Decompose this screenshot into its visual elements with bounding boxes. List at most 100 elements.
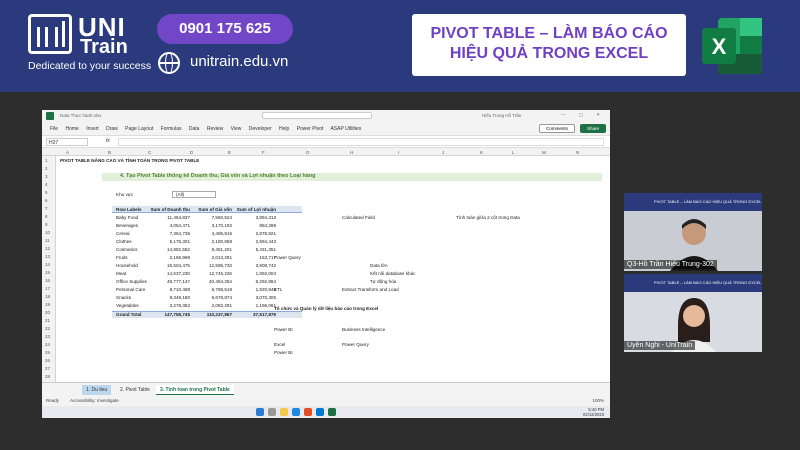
status-accessibility[interactable]: Accessibility: Investigate (70, 398, 119, 403)
comments-button[interactable]: Comments (539, 124, 575, 133)
chrome-icon[interactable] (304, 408, 312, 416)
pivot-value: 2,013,281 (211, 255, 232, 260)
excel-title-bar: Data Thực hành.xlsx Hiếu Trung Hồ Trần —… (42, 110, 610, 122)
participant-name: Uyên Nghi - UniTrain (624, 341, 696, 350)
zoom-level[interactable]: 100% (592, 398, 604, 403)
logo-brand-text-2: Train (80, 36, 128, 58)
col-header[interactable]: F (262, 150, 265, 155)
filter-value[interactable]: (All) (176, 192, 184, 197)
worksheet-grid[interactable]: 123 456 789 10 11 12 13 14 15 16 17 18 19 20 21 … (42, 156, 610, 382)
name-box[interactable]: H27 (46, 138, 88, 146)
pivot-value: 14,637,230 (167, 271, 190, 276)
tab-developer[interactable]: Developer (249, 126, 272, 132)
tab-draw[interactable]: Draw (106, 126, 118, 132)
pivot-col-header[interactable]: Sum of Doanh thu (146, 207, 190, 212)
course-title-line-2: HIỆU QUẢ TRONG EXCEL (449, 45, 649, 62)
edge-icon[interactable] (292, 408, 300, 416)
pivot-value: 1,196,061 (255, 303, 276, 308)
video-tile-host[interactable]: PIVOT TABLE – LÀM BÁO CÁO HIỆU QUẢ TRONG… (624, 274, 762, 352)
col-header[interactable]: L (512, 150, 515, 155)
tab-page-layout[interactable]: Page Layout (125, 126, 153, 132)
search-box[interactable] (262, 112, 372, 119)
column-headers: A B C D E F G H I J K L M N (42, 148, 610, 156)
tab-data[interactable]: Data (189, 126, 200, 132)
shared-slide-thumbnail: PIVOT TABLE – LÀM BÁO CÁO HIỆU QUẢ TRONG… (624, 193, 762, 211)
pivot-value: 12,745,226 (209, 271, 232, 276)
sheet-tab-bar: 1. Du lieu 2. Pivot Table 3. Tinh toan t… (42, 382, 610, 396)
section-heading: 4. Tạo Pivot Table thống kê Doanh thu, G… (120, 173, 316, 179)
pivot-value: 14,882,552 (167, 247, 190, 252)
pivot-value: 2,166,998 (169, 255, 190, 260)
col-header[interactable]: M (542, 150, 546, 155)
tab-power-pivot[interactable]: Power Pivot (297, 126, 324, 132)
pivot-col-header[interactable]: Sum of Giá vốn (188, 207, 232, 212)
pivot-row-label: Beverages (116, 223, 138, 228)
note-power-bi-2: Power BI (274, 350, 293, 355)
pivot-total-value: 37,517,879 (253, 312, 276, 317)
fx-icon[interactable]: fx (106, 138, 110, 144)
tab-asap-utilities[interactable]: ASAP Utilities (330, 126, 361, 132)
col-header[interactable]: C (148, 150, 151, 155)
col-header[interactable]: A (66, 150, 69, 155)
formula-input[interactable] (118, 138, 604, 146)
sheet-tab-tinh-toan[interactable]: 3. Tinh toan trong Pivot Table (156, 385, 234, 395)
tab-formulas[interactable]: Formulas (161, 126, 182, 132)
note-to-chuc: Tổ chức và Quản lý dữ liệu báo cáo trong… (274, 306, 379, 311)
sheet-tab-pivot-table[interactable]: 2. Pivot Table (116, 385, 154, 395)
pivot-row-label: Household (116, 263, 138, 268)
col-header[interactable]: E (228, 150, 231, 155)
pivot-value: 16,504,475 (167, 263, 190, 268)
logo-tagline: Dedicated to your success (28, 60, 152, 72)
pivot-row-label: Meat (116, 271, 127, 276)
video-tile-presenter[interactable]: PIVOT TABLE – LÀM BÁO CÁO HIỆU QUẢ TRONG… (624, 193, 762, 271)
pivot-value: 6,789,519 (211, 287, 232, 292)
participant-name: Q3-Hồ Trần Hiếu Trung-302 (624, 260, 717, 269)
windows-start-icon[interactable] (256, 408, 264, 416)
tab-view[interactable]: View (231, 126, 242, 132)
note-etl: ETL (274, 287, 283, 292)
tab-help[interactable]: Help (279, 126, 289, 132)
pivot-row-label: Clothes (116, 239, 132, 244)
sheet-tab-du-lieu[interactable]: 1. Du lieu (82, 385, 112, 395)
row-numbers: 123 456 789 10 11 12 13 14 15 16 17 18 19 20 21 … (42, 156, 56, 382)
col-header[interactable]: H (350, 150, 353, 155)
tab-home[interactable]: Home (65, 126, 78, 132)
phone-number: 0901 175 625 (157, 14, 293, 44)
col-header[interactable]: N (576, 150, 579, 155)
col-header[interactable]: G (306, 150, 310, 155)
tab-file[interactable]: File (50, 126, 58, 132)
window-controls[interactable]: — ▢ ✕ (561, 112, 606, 118)
pivot-row-label: Baby Food (116, 215, 139, 220)
windows-taskbar: 5:40 PM 02/12/2023 (42, 406, 610, 418)
ribbon-tabs: File Home Insert Draw Page Layout Formul… (42, 122, 610, 136)
pivot-row-label: Vegetables (116, 303, 139, 308)
pivot-value: 8,710,488 (169, 287, 190, 292)
tab-review[interactable]: Review (207, 126, 223, 132)
file-explorer-icon[interactable] (280, 408, 288, 416)
share-button[interactable]: Share (580, 124, 606, 133)
col-header[interactable]: B (108, 150, 111, 155)
outlook-icon[interactable] (316, 408, 324, 416)
excel-app-icon[interactable] (46, 112, 54, 120)
excel-taskbar-icon[interactable] (328, 408, 336, 416)
col-header[interactable]: K (480, 150, 483, 155)
pivot-col-header[interactable]: Row Labels (116, 207, 142, 212)
system-clock: 5:40 PM 02/12/2023 (583, 407, 604, 417)
pivot-value: 40,484,264 (209, 279, 232, 284)
pivot-value: 3,070,305 (255, 295, 276, 300)
pivot-col-header[interactable]: Sum of Lợi nhuận (232, 207, 276, 212)
tab-insert[interactable]: Insert (86, 126, 99, 132)
pivot-value: 153,717 (259, 255, 276, 260)
col-header[interactable]: D (190, 150, 193, 155)
pivot-value: 3,894,313 (255, 215, 276, 220)
pivot-total-label: Grand Total (116, 312, 142, 317)
pivot-value: 3,908,742 (255, 263, 276, 268)
search-icon[interactable] (268, 408, 276, 416)
course-title-box: PIVOT TABLE – LÀM BÁO CÁO HIỆU QUẢ TRONG… (412, 14, 686, 76)
user-name[interactable]: Hiếu Trung Hồ Trần (482, 113, 521, 118)
pivot-row-label: Office Supplies (116, 279, 147, 284)
pivot-value: 2,994,443 (255, 239, 276, 244)
col-header[interactable]: I (398, 150, 399, 155)
note-calculated-field: Calculated Field (342, 215, 375, 220)
col-header[interactable]: J (442, 150, 444, 155)
